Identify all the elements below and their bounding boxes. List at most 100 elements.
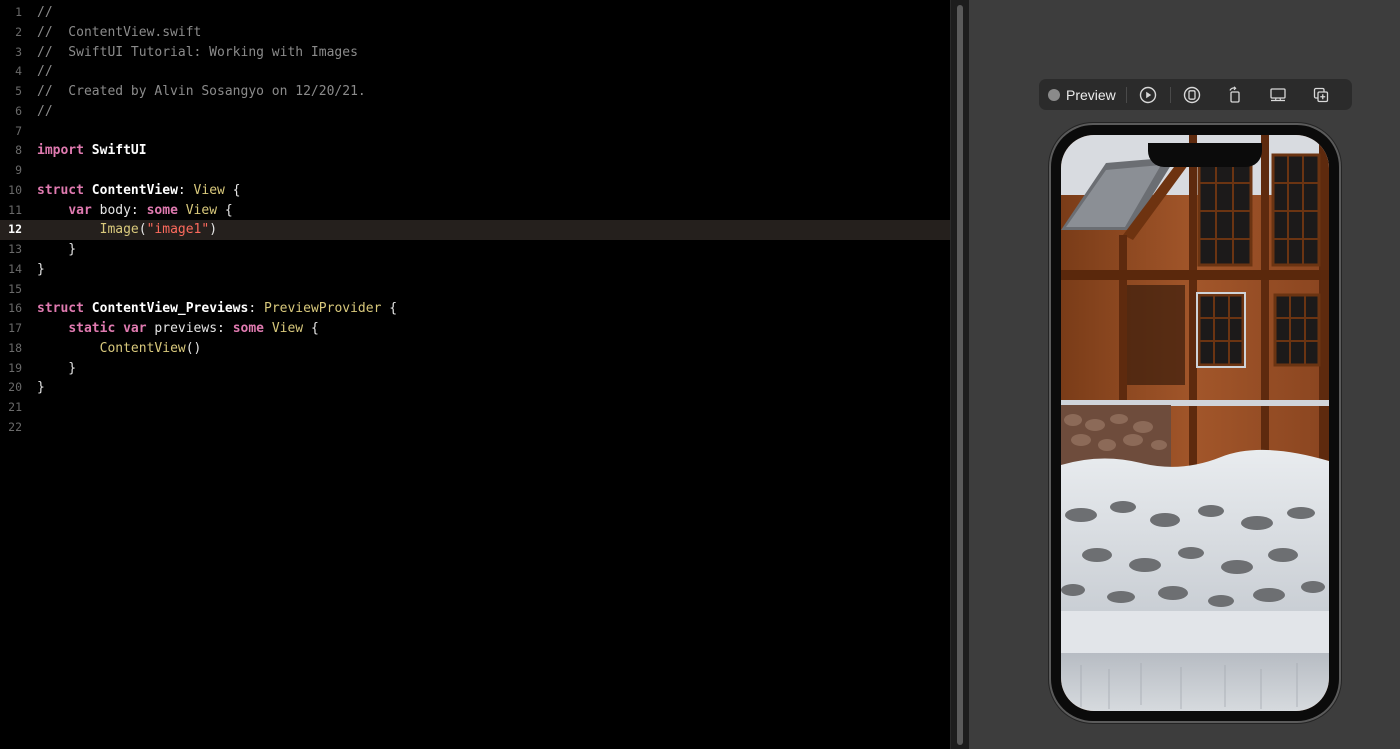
line-number: 13: [8, 242, 22, 256]
device-screen[interactable]: [1061, 135, 1329, 711]
code-line[interactable]: 12 Image("image1"): [0, 220, 950, 240]
code-editor[interactable]: 1 // 2 // ContentView.swift 3 // SwiftUI Tuto…: [0, 0, 950, 749]
device-settings-button[interactable]: [1257, 79, 1300, 110]
line-number: 16: [8, 301, 22, 316]
house-photo: [1061, 135, 1329, 711]
code-token: ): [209, 222, 218, 238]
code-token: SwiftUI: [91, 143, 147, 159]
code-text: }: [37, 359, 76, 379]
code-line[interactable]: 5 // Created by Alvin Sosangyo on 12/20/2…: [0, 82, 950, 102]
code-text: //: [37, 62, 53, 82]
code-line[interactable]: 17 static var previews: some View {: [0, 319, 950, 339]
code-token: (: [138, 222, 147, 238]
code-line[interactable]: 7: [0, 122, 950, 142]
duplicate-preview-icon: [1314, 87, 1329, 102]
line-number: 10: [8, 182, 22, 197]
code-text: static var previews: some View {: [37, 319, 319, 339]
line-number: 7: [15, 123, 22, 138]
code-token: View: [185, 202, 218, 218]
rotate-device-button[interactable]: [1214, 79, 1257, 110]
code-token: some: [146, 202, 178, 218]
code-token: PreviewProvider: [264, 301, 382, 317]
code-token: :: [177, 182, 194, 198]
code-line[interactable]: 16 struct ContentView_Previews: PreviewPr…: [0, 299, 950, 319]
code-token: }: [37, 360, 77, 376]
code-line[interactable]: 14}: [0, 260, 950, 280]
line-number: 1: [15, 5, 22, 19]
variants-icon: [1184, 86, 1201, 103]
code-line[interactable]: 15: [0, 280, 950, 300]
line-number: 22: [8, 419, 22, 434]
line-number: 18: [8, 340, 22, 355]
variants-button[interactable]: [1171, 79, 1214, 110]
code-token: {: [381, 301, 398, 317]
live-preview-button[interactable]: [1127, 79, 1170, 110]
code-token: }: [37, 380, 45, 396]
line-number: 3: [15, 44, 22, 59]
code-token: some: [232, 321, 264, 336]
code-token: (): [185, 340, 202, 356]
line-number: 15: [8, 281, 22, 296]
preview-selector[interactable]: Preview: [1039, 79, 1126, 110]
code-text: // SwiftUI Tutorial: Working with Images: [37, 43, 358, 63]
code-token: "image1": [146, 222, 210, 238]
code-line[interactable]: 9: [0, 161, 950, 181]
code-token: ContentView: [99, 340, 186, 356]
code-token: ContentView_Previews: [91, 301, 249, 317]
code-line[interactable]: 18 ContentView(): [0, 339, 950, 359]
code-token: Image: [99, 222, 139, 238]
editor-scrollbar[interactable]: [950, 0, 970, 749]
code-token: // ContentView.swift: [37, 24, 202, 40]
code-token: ContentView: [91, 182, 178, 198]
device-settings-icon: [1270, 87, 1286, 101]
code-token: var: [68, 202, 92, 218]
line-number: 19: [8, 360, 22, 375]
line-number: 20: [8, 380, 22, 395]
device-notch: [1148, 143, 1262, 167]
code-line[interactable]: 13 }: [0, 240, 950, 260]
code-line[interactable]: 1 //: [0, 3, 950, 23]
code-line[interactable]: 21: [0, 398, 950, 418]
code-line[interactable]: 11 var body: some View {: [0, 201, 950, 221]
code-text: //: [37, 102, 53, 122]
code-token: }: [37, 242, 77, 257]
preview-toolbar: Preview: [1039, 79, 1352, 110]
code-line[interactable]: 3 // SwiftUI Tutorial: Working with Image…: [0, 43, 950, 63]
code-line[interactable]: 6 //: [0, 102, 950, 122]
code-token: //: [37, 103, 53, 119]
line-number: 8: [15, 143, 22, 158]
line-number: 5: [15, 84, 22, 98]
code-token: import: [37, 143, 84, 159]
rotate-device-icon: [1229, 85, 1240, 103]
code-line[interactable]: 4 //: [0, 62, 950, 82]
code-line[interactable]: 10 struct ContentView: View {: [0, 181, 950, 201]
code-token: previews:: [146, 321, 233, 336]
code-token: }: [37, 261, 45, 277]
line-number: 12: [8, 222, 22, 237]
code-line[interactable]: 22: [0, 418, 950, 438]
scrollbar-thumb[interactable]: [957, 5, 963, 745]
code-token: //: [37, 64, 53, 80]
code-token: // SwiftUI Tutorial: Working with Images: [37, 44, 358, 60]
code-text: ContentView(): [37, 339, 202, 359]
code-token: var: [123, 321, 147, 336]
code-token: View: [271, 321, 304, 336]
code-token: {: [217, 202, 233, 218]
code-line[interactable]: 20}: [0, 378, 950, 398]
preview-canvas: Preview: [969, 0, 1400, 749]
code-text: }: [37, 240, 76, 260]
preview-status-icon: [1048, 88, 1060, 101]
code-line[interactable]: 8 import SwiftUI: [0, 141, 950, 161]
line-number: 9: [15, 163, 22, 177]
line-number: 11: [8, 202, 22, 217]
code-token: {: [303, 321, 319, 336]
code-line[interactable]: 2 // ContentView.swift: [0, 23, 950, 43]
code-line[interactable]: 19 }: [0, 359, 950, 379]
code-text: var body: some View {: [37, 201, 233, 221]
duplicate-preview-button[interactable]: [1300, 79, 1343, 110]
code-token: struct: [37, 182, 84, 198]
